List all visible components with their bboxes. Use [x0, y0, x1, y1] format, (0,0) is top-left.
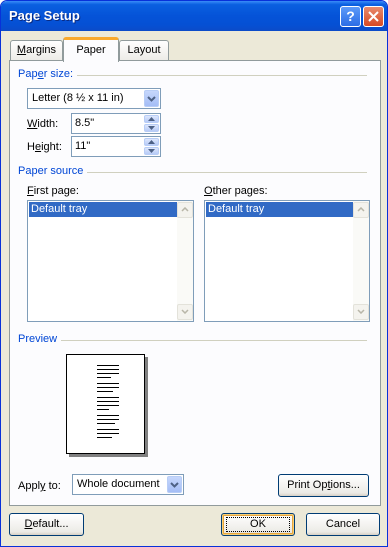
paper-size-combo[interactable]: Letter (8 ½ x 11 in)	[27, 88, 161, 109]
other-pages-scrollbar[interactable]	[353, 201, 369, 321]
scroll-down-button[interactable]	[353, 304, 369, 320]
first-page-scrollbar[interactable]	[177, 201, 193, 321]
tab-layout[interactable]: Layout	[119, 40, 169, 61]
focus-indicator	[226, 517, 290, 532]
tab-margins-label: argins	[26, 44, 57, 56]
chevron-up-icon	[181, 207, 189, 212]
height-value: 11"	[75, 140, 91, 152]
spin-down-icon	[148, 126, 155, 130]
width-decrement-button[interactable]	[144, 124, 159, 132]
cancel-button[interactable]: Cancel	[306, 513, 380, 536]
page-setup-dialog: Page Setup ? Margins Paper Layout Paper …	[0, 0, 388, 547]
other-pages-item[interactable]: Default tray	[206, 202, 353, 217]
title-bar[interactable]: Page Setup ?	[1, 1, 387, 31]
chevron-down-icon	[170, 482, 179, 488]
height-label: Height:	[27, 141, 62, 153]
first-page-item[interactable]: Default tray	[29, 202, 177, 217]
apply-to-combo[interactable]: Whole document	[72, 474, 184, 495]
default-button[interactable]: Default...	[9, 513, 84, 536]
first-page-listbox[interactable]: Default tray	[27, 200, 194, 322]
other-pages-listbox[interactable]: Default tray	[204, 200, 370, 322]
tab-margins-mnemonic: M	[16, 44, 27, 56]
cancel-label: Cancel	[325, 518, 361, 530]
help-icon: ?	[346, 8, 355, 24]
ok-button[interactable]: OK	[221, 513, 295, 536]
chevron-up-icon	[357, 207, 365, 212]
scroll-down-button[interactable]	[177, 304, 193, 320]
paper-size-dropdown-button[interactable]	[144, 90, 159, 107]
preview-divider	[61, 340, 367, 341]
scroll-up-button[interactable]	[177, 202, 193, 218]
paper-source-group-label: Paper source	[18, 165, 84, 177]
apply-to-label: Apply to:	[18, 480, 61, 492]
close-icon	[368, 11, 379, 22]
height-spinner[interactable]: 11"	[71, 136, 161, 157]
paper-size-group-label: Paper size:	[18, 68, 74, 80]
height-increment-button[interactable]	[144, 138, 159, 146]
apply-to-value: Whole document	[77, 478, 160, 490]
preview-group-label: Preview	[18, 333, 58, 345]
tab-paper[interactable]: Paper	[63, 37, 119, 62]
page-preview	[66, 354, 145, 454]
width-increment-button[interactable]	[144, 115, 159, 123]
paper-size-value: Letter (8 ½ x 11 in)	[32, 92, 124, 104]
apply-to-dropdown-button[interactable]	[167, 476, 182, 493]
chevron-down-icon	[181, 309, 189, 314]
paper-size-divider	[77, 75, 367, 76]
scroll-up-button[interactable]	[353, 202, 369, 218]
print-options-button[interactable]: Print Options...	[278, 474, 369, 497]
tab-paper-label: Paper	[76, 44, 106, 56]
spin-up-icon	[148, 140, 155, 144]
spin-up-icon	[148, 117, 155, 121]
window-title: Page Setup	[9, 8, 80, 23]
close-button[interactable]	[363, 6, 384, 27]
width-spinner[interactable]: 8.5"	[71, 113, 161, 134]
first-page-label: First page:	[27, 185, 79, 197]
tab-layout-label: Layout	[127, 44, 161, 56]
width-value: 8.5"	[75, 117, 95, 129]
width-label: Width:	[27, 118, 59, 130]
chevron-down-icon	[357, 309, 365, 314]
tab-margins[interactable]: Margins	[10, 40, 63, 61]
spin-down-icon	[148, 149, 155, 153]
other-pages-label: Other pages:	[204, 185, 268, 197]
chevron-down-icon	[147, 96, 156, 102]
help-button[interactable]: ?	[340, 6, 361, 27]
height-decrement-button[interactable]	[144, 147, 159, 155]
paper-source-divider	[87, 172, 367, 173]
